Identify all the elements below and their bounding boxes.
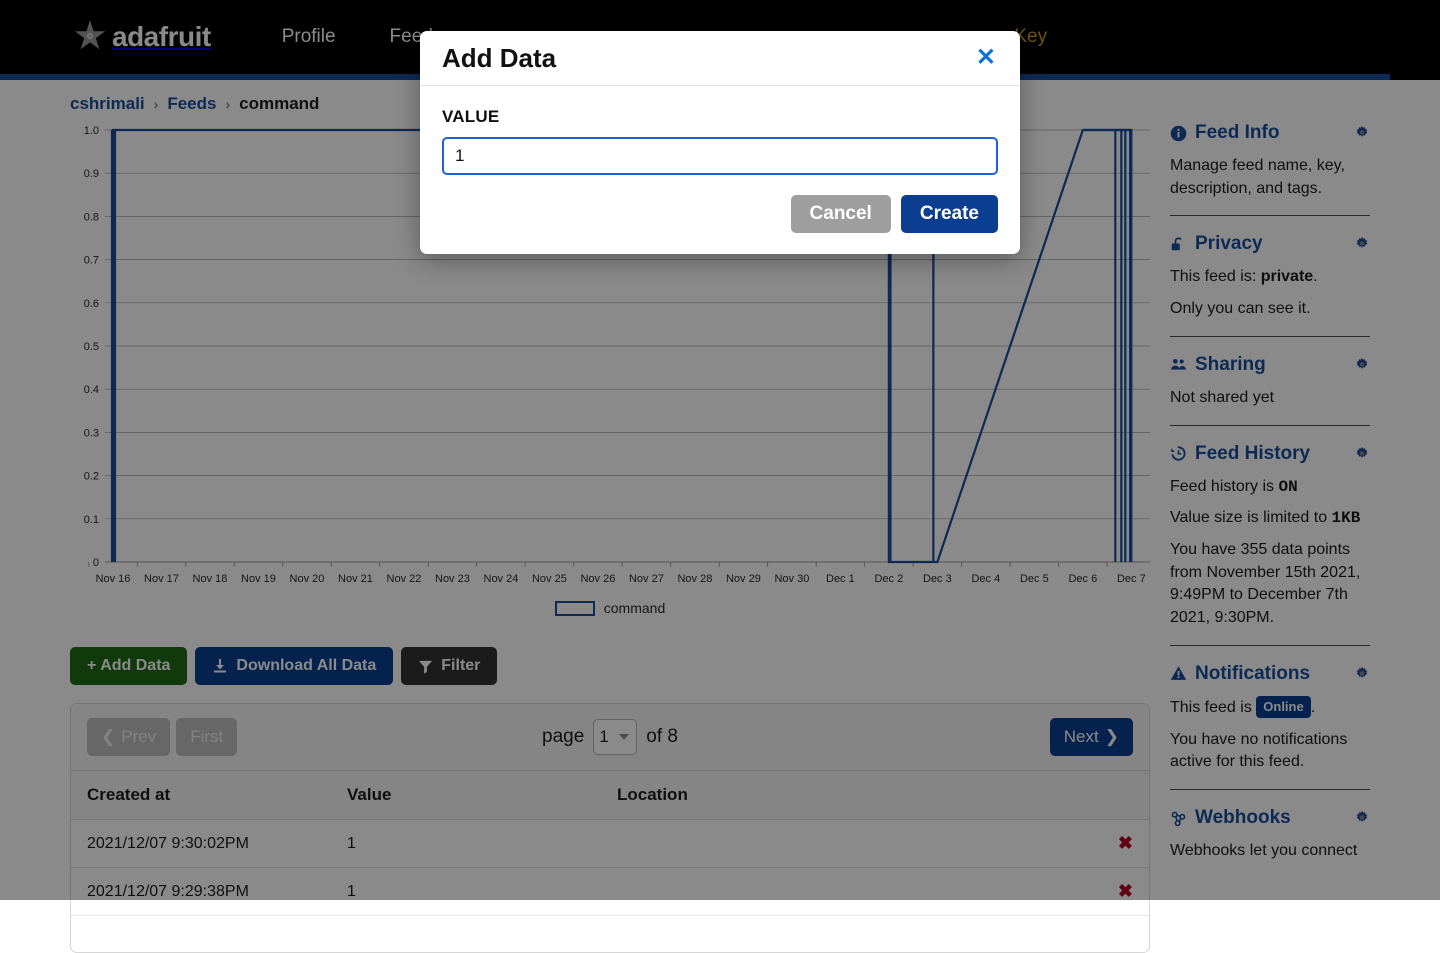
modal-title: Add Data — [442, 43, 974, 74]
modal-footer: Cancel Create — [420, 175, 1020, 254]
modal-header: Add Data ✕ — [420, 31, 1020, 86]
close-x-icon[interactable]: ✕ — [974, 46, 998, 70]
add-data-modal: Add Data ✕ VALUE Cancel Create — [420, 31, 1020, 254]
create-button[interactable]: Create — [901, 195, 998, 233]
value-field-label: VALUE — [442, 107, 998, 127]
value-input[interactable] — [442, 137, 998, 175]
cancel-button[interactable]: Cancel — [791, 195, 891, 233]
modal-body: VALUE — [420, 86, 1020, 175]
